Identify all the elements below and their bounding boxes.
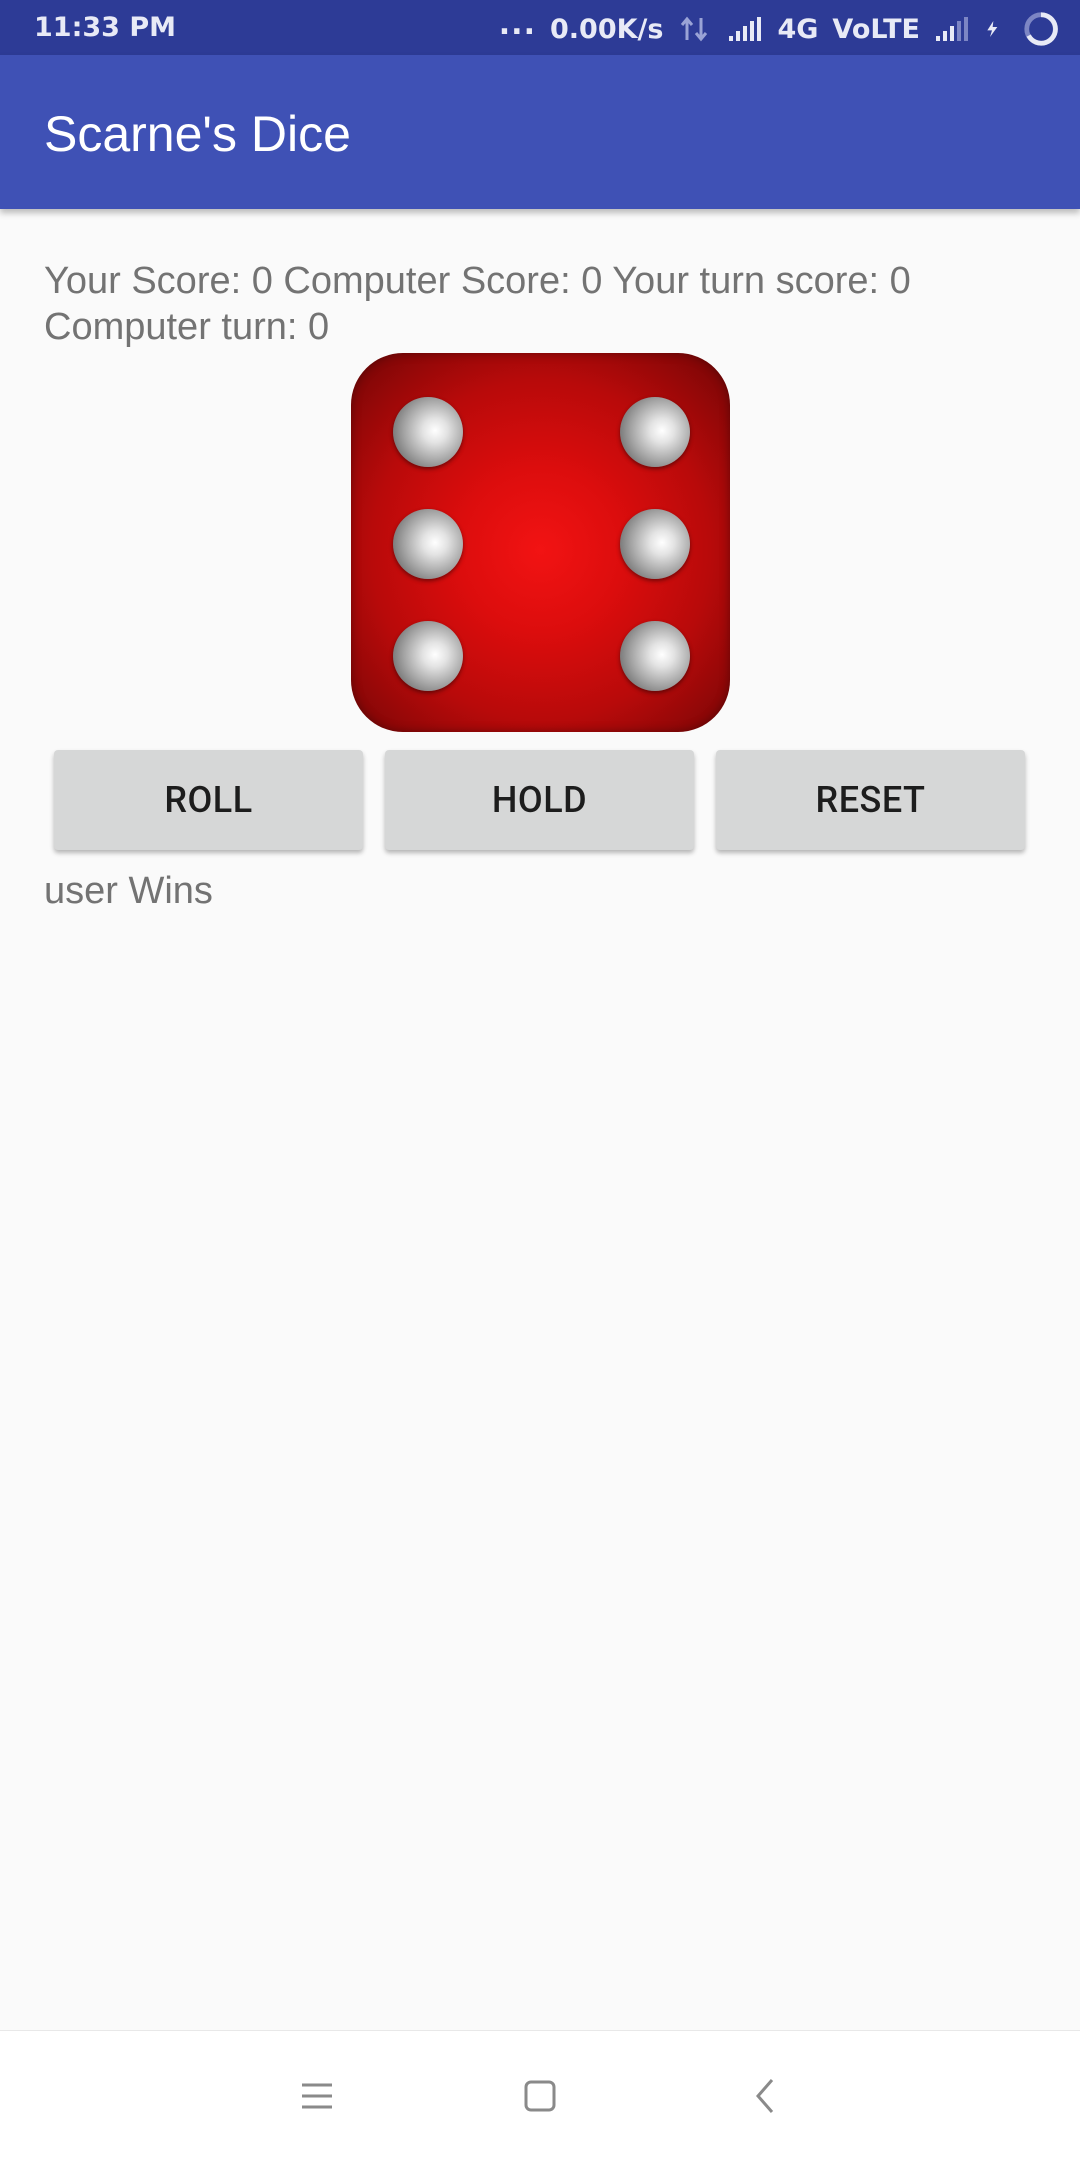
battery-ring-icon bbox=[1024, 12, 1058, 46]
status-icons: ... 0.00K/s 4G VoLTE bbox=[485, 6, 1060, 49]
action-buttons: ROLL HOLD RESET bbox=[54, 750, 1026, 850]
hold-button[interactable]: HOLD bbox=[385, 750, 694, 850]
menu-icon[interactable] bbox=[292, 2071, 342, 2121]
app-title: Scarne's Dice bbox=[44, 106, 351, 162]
data-arrows-icon bbox=[681, 16, 708, 42]
die-pip bbox=[620, 509, 690, 579]
network-type: 4G bbox=[777, 13, 819, 45]
app-bar: Scarne's Dice bbox=[0, 55, 1080, 209]
die-face-six bbox=[351, 353, 730, 732]
score-summary: Your Score: 0 Computer Score: 0 Your tur… bbox=[44, 260, 911, 348]
die-pip bbox=[393, 621, 463, 691]
volte-label: VoLTE bbox=[832, 13, 920, 45]
charging-icon bbox=[987, 21, 998, 37]
reset-button[interactable]: RESET bbox=[716, 750, 1025, 850]
signal-icon bbox=[729, 17, 762, 41]
back-chevron-icon[interactable] bbox=[742, 2071, 792, 2121]
home-square-icon[interactable] bbox=[515, 2071, 565, 2121]
system-nav-bar bbox=[0, 2030, 1080, 2160]
signal-2-icon bbox=[936, 17, 968, 41]
die-pip bbox=[393, 509, 463, 579]
die-pip bbox=[620, 397, 690, 467]
result-message: user Wins bbox=[44, 870, 213, 912]
die-pip bbox=[620, 621, 690, 691]
notification-dots: ... bbox=[498, 6, 536, 42]
roll-button[interactable]: ROLL bbox=[54, 750, 363, 850]
die-pip bbox=[393, 397, 463, 467]
net-speed: 0.00K/s bbox=[549, 13, 664, 45]
status-bar: 11:33 PM ... 0.00K/s 4G VoLTE bbox=[0, 0, 1080, 55]
status-time: 11:33 PM bbox=[34, 12, 177, 43]
